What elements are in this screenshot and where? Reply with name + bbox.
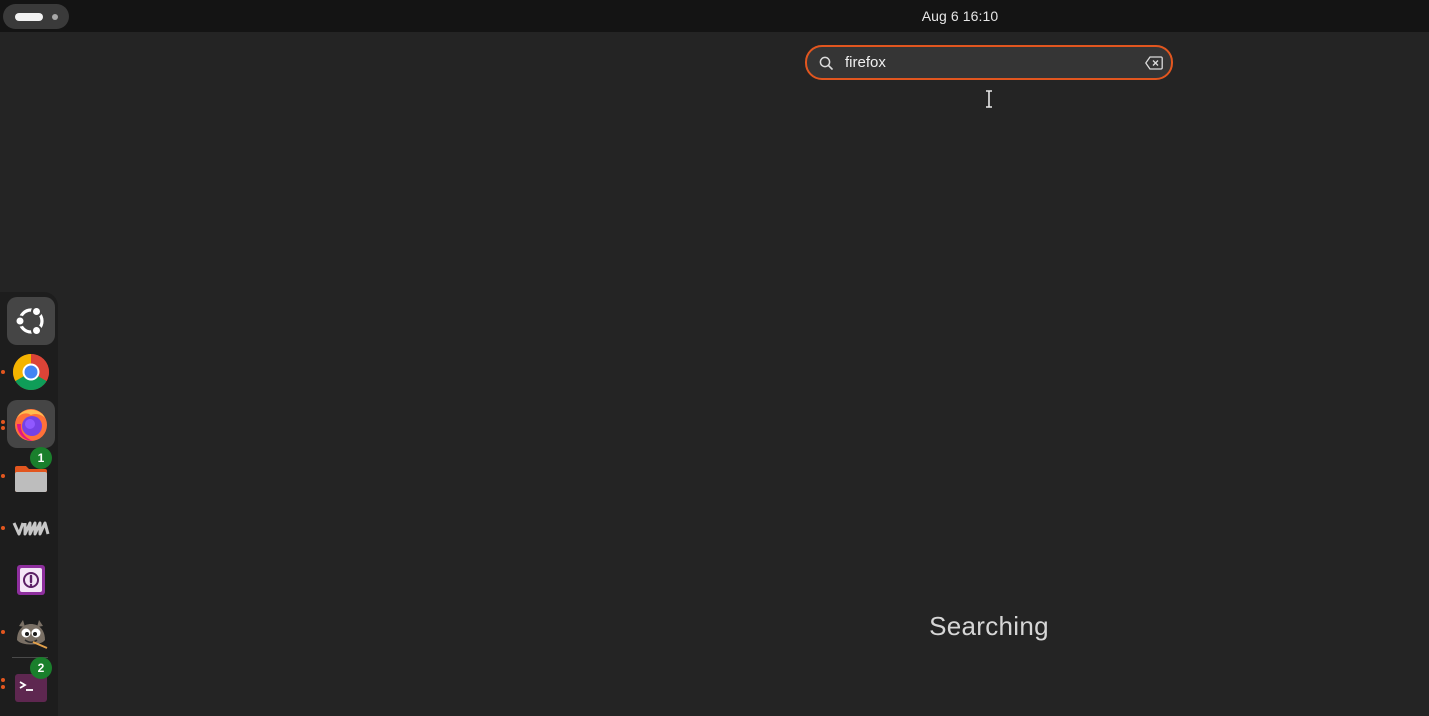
searching-status: Searching [929, 611, 1049, 641]
activities-button[interactable] [3, 4, 69, 29]
running-indicator [1, 685, 5, 689]
notification-badge: 1 [30, 447, 52, 469]
running-indicator [1, 630, 5, 634]
dock-item-vmware[interactable] [7, 504, 55, 552]
search-box[interactable] [805, 45, 1173, 80]
desktop-overview: Aug 6 16:10 Searching [0, 0, 1429, 716]
dock-item-show-apps[interactable] [7, 297, 55, 345]
vault-icon [17, 565, 45, 595]
text-cursor-icon [986, 90, 992, 108]
workspace-indicator-active [15, 13, 43, 21]
workspace-indicator-inactive [52, 14, 58, 20]
vmware-icon [12, 521, 50, 536]
running-indicator [1, 474, 5, 478]
dock-item-gimp[interactable] [7, 608, 55, 656]
clock[interactable]: Aug 6 16:10 [900, 8, 1020, 24]
running-indicator [1, 526, 5, 530]
running-indicator [1, 426, 5, 430]
running-indicator [1, 420, 5, 424]
dock: 1 2 [0, 292, 58, 716]
top-bar: Aug 6 16:10 [0, 0, 1429, 32]
dock-item-files[interactable]: 1 [7, 447, 55, 500]
chrome-icon [12, 354, 50, 391]
dock-item-firefox[interactable] [7, 400, 55, 448]
running-indicator [1, 370, 5, 374]
dock-item-chrome[interactable] [7, 348, 55, 396]
ubuntu-logo-icon [14, 306, 44, 336]
dock-item-terminal[interactable]: 2 [7, 657, 55, 710]
dock-item-password-safe[interactable] [7, 556, 55, 604]
search-input[interactable] [845, 51, 1125, 74]
clear-search-icon[interactable] [1145, 56, 1163, 70]
running-indicator [1, 678, 5, 682]
firefox-icon [15, 409, 47, 441]
gimp-icon [17, 620, 48, 649]
search-icon [819, 56, 833, 70]
notification-badge: 2 [30, 657, 52, 679]
